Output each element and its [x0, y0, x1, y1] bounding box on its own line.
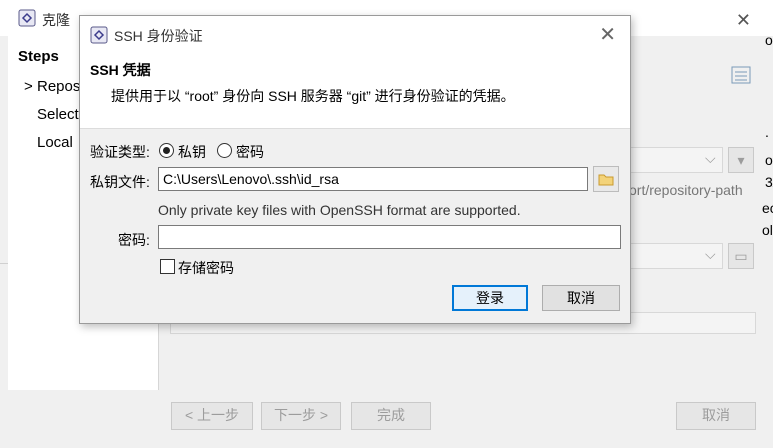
bg-folder-button[interactable]: ▭: [728, 243, 754, 269]
login-button[interactable]: 登录: [452, 285, 528, 311]
dialog-close-icon[interactable]: ✕: [599, 22, 616, 47]
left-separator: [0, 263, 8, 264]
key-file-label: 私钥文件:: [90, 174, 150, 190]
git-dialog-icon: [90, 26, 108, 44]
store-password-checkbox[interactable]: [160, 259, 175, 274]
store-password-label[interactable]: 存储密码: [178, 258, 234, 278]
wizard-cancel-button[interactable]: 取消: [676, 402, 756, 430]
edge-fragment-5: ec: [762, 200, 773, 216]
next-button[interactable]: 下一步 >: [261, 402, 341, 430]
ssh-auth-dialog: SSH 身份验证 ✕ SSH 凭据 提供用于以 “root” 身份向 SSH 服…: [79, 15, 631, 324]
key-file-input[interactable]: C:\Users\Lenovo\.ssh\id_rsa: [158, 167, 588, 191]
edge-fragment-6: ole: [762, 222, 773, 238]
dialog-heading: SSH 凭据: [90, 62, 151, 78]
password-input[interactable]: [158, 225, 621, 249]
auth-type-label: 验证类型:: [90, 144, 150, 160]
edge-fragment-2: .: [765, 124, 769, 140]
dialog-title: SSH 身份验证: [114, 28, 203, 44]
list-view-icon[interactable]: [730, 64, 752, 86]
edge-fragment-3: o.: [765, 152, 773, 168]
folder-icon: [598, 174, 614, 186]
path-hint-fragment: ort/repository-path: [629, 182, 743, 198]
step-marker-icon: >: [24, 78, 33, 95]
password-label: 密码:: [118, 232, 150, 248]
steps-title: Steps: [18, 48, 59, 65]
browse-folder-button[interactable]: [593, 166, 619, 192]
bg-dropdown-button[interactable]: ▾: [728, 147, 754, 173]
step-repository[interactable]: Repos: [37, 78, 80, 95]
password-radio[interactable]: [217, 143, 232, 158]
back-button[interactable]: < 上一步: [171, 402, 253, 430]
private-key-radio-label[interactable]: 私钥: [178, 142, 206, 162]
key-file-note: Only private key files with OpenSSH form…: [158, 202, 521, 218]
bg-combo-chevron-icon: ⌵: [705, 150, 716, 166]
finish-button[interactable]: 完成: [351, 402, 431, 430]
step-local[interactable]: Local: [37, 134, 73, 151]
bg-combo2-chevron-icon: ⌵: [705, 246, 716, 262]
edge-fragment-4: 3/: [765, 174, 773, 190]
dialog-header: SSH 身份验证 ✕ SSH 凭据 提供用于以 “root” 身份向 SSH 服…: [80, 16, 630, 129]
git-clone-icon: [18, 9, 36, 27]
password-radio-label[interactable]: 密码: [236, 142, 264, 162]
private-key-radio[interactable]: [159, 143, 174, 158]
dialog-cancel-button[interactable]: 取消: [542, 285, 620, 311]
edge-fragment-1: o.: [765, 32, 773, 48]
wizard-close-icon[interactable]: ✕: [736, 10, 751, 31]
dialog-description: 提供用于以 “root” 身份向 SSH 服务器 “git” 进行身份验证的凭据…: [111, 88, 515, 104]
wizard-title: 克隆: [42, 12, 70, 28]
step-select[interactable]: Select: [37, 106, 79, 123]
